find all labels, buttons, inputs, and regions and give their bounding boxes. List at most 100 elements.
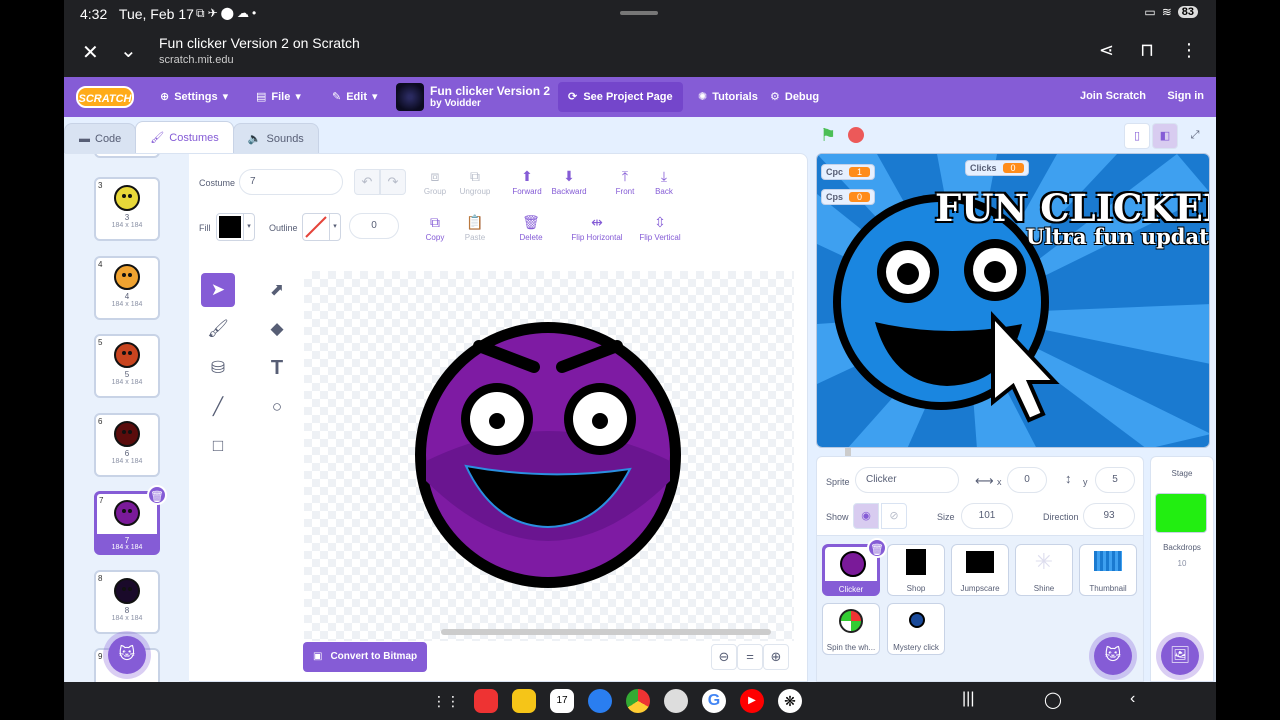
text-tool[interactable]: T	[260, 351, 294, 385]
youtube-app-icon[interactable]: ▶	[740, 689, 764, 713]
ungroup-label: Ungroup	[459, 187, 491, 196]
zoom-reset-button[interactable]: =	[737, 644, 763, 670]
zoom-in-button[interactable]: ⊕	[763, 644, 789, 670]
undo-button[interactable]: ↶	[354, 169, 380, 195]
show-hidden-button[interactable]: ⊘	[881, 503, 907, 529]
google-app-icon[interactable]: G	[702, 689, 726, 713]
messages-app-icon[interactable]	[588, 689, 612, 713]
join-scratch-link[interactable]: Join Scratch	[1080, 90, 1146, 102]
sprite-item[interactable]: Mystery click	[887, 603, 945, 655]
sprite-name-input[interactable]: Clicker	[855, 467, 959, 493]
delete-button[interactable]: 🗑 Delete	[501, 214, 561, 242]
direction-input[interactable]: 93	[1083, 503, 1135, 529]
more-vert-icon[interactable]: ⋮	[1180, 40, 1198, 61]
choose-backdrop-button[interactable]: 🖼	[1161, 637, 1199, 675]
paste-button[interactable]: 📋 Paste	[445, 214, 505, 242]
reshape-tool[interactable]: ⬈	[260, 273, 294, 307]
costume-list[interactable]: 184 x 184 3 3 184 x 184 4 4 184 x 184 5 …	[65, 154, 189, 683]
app-icon[interactable]	[474, 689, 498, 713]
costume-name-input[interactable]: 7	[239, 169, 343, 195]
costume-item[interactable]: 6 6 184 x 184	[94, 413, 160, 477]
select-tool[interactable]: ➤	[201, 273, 235, 307]
drag-handle[interactable]	[620, 11, 658, 15]
delete-costume-icon[interactable]: 🗑	[147, 485, 167, 505]
edit-menu[interactable]: ✎ Edit ▾	[332, 90, 378, 104]
bookmark-icon[interactable]: ⊓	[1140, 40, 1154, 61]
sprite-item[interactable]: ✳ Shine	[1015, 544, 1073, 596]
back-button[interactable]: ⤓ Back	[634, 168, 694, 196]
costume-name-label: Costume	[199, 178, 236, 188]
ungroup-button[interactable]: ⧉ Ungroup	[445, 168, 505, 196]
delete-sprite-icon[interactable]: 🗑	[867, 538, 887, 558]
sprite-item[interactable]: Jumpscare	[951, 544, 1009, 596]
sprite-thumb-jumpscare	[966, 551, 994, 573]
flip-vertical-button[interactable]: ⇳ Flip Vertical	[625, 214, 695, 242]
see-project-page-button[interactable]: ⟳ See Project Page	[558, 82, 683, 112]
back-icon[interactable]: ‹	[1130, 690, 1135, 708]
eraser-tool[interactable]: ◆	[260, 312, 294, 346]
line-tool[interactable]: ╱	[201, 390, 235, 424]
stage[interactable]: Clicks0 Cpc1 Cps0 FUN CLICKER! Ultra fun…	[816, 153, 1210, 448]
costume-item[interactable]: 3 3 184 x 184	[94, 177, 160, 241]
costume-item[interactable]: 5 5 184 x 184	[94, 334, 160, 398]
y-input[interactable]: 5	[1095, 467, 1135, 493]
green-flag-icon[interactable]: ⚑	[820, 125, 836, 146]
zoom-out-button[interactable]: ⊖	[711, 644, 737, 670]
sprite-item[interactable]: Shop	[887, 544, 945, 596]
stage-target-pane[interactable]: Stage Backdrops 10 🖼	[1150, 456, 1214, 682]
x-input[interactable]: 0	[1007, 467, 1047, 493]
costume-item[interactable]: 4 4 184 x 184	[94, 256, 160, 320]
tab-sounds[interactable]: 🔈 Sounds	[232, 123, 319, 153]
redo-button[interactable]: ↷	[380, 169, 406, 195]
monitor-cpc[interactable]: Cpc 1	[821, 164, 876, 180]
canvas-horizontal-scrollbar[interactable]	[441, 629, 771, 635]
outline-caret-icon[interactable]: ▾	[329, 213, 341, 241]
stop-icon[interactable]	[848, 127, 864, 143]
size-input[interactable]: 101	[961, 503, 1013, 529]
camera-app-icon[interactable]	[664, 689, 688, 713]
small-stage-button[interactable]: ▯	[1124, 123, 1150, 149]
rectangle-tool[interactable]: □	[201, 429, 235, 463]
sprite-item[interactable]: Thumbnail	[1079, 544, 1137, 596]
settings-menu[interactable]: ⊕ Settings ▾	[160, 90, 228, 104]
fill-tool[interactable]: ⛁	[201, 351, 235, 385]
normal-stage-button[interactable]: ◧	[1152, 123, 1178, 149]
backward-button[interactable]: ⬇ Backward	[539, 168, 599, 196]
home-icon[interactable]: ◯	[1044, 690, 1062, 710]
page-url[interactable]: scratch.mit.edu	[159, 54, 234, 66]
close-icon[interactable]: ✕	[82, 40, 99, 65]
sign-in-link[interactable]: Sign in	[1167, 90, 1204, 102]
calendar-app-icon[interactable]: 17	[550, 689, 574, 713]
app-drawer-icon[interactable]: ⋮⋮	[432, 693, 460, 710]
outline-width-input[interactable]: 0	[349, 213, 399, 239]
tab-code[interactable]: ▬ Code	[64, 123, 137, 153]
costume-item-partial[interactable]: 184 x 184	[94, 154, 160, 158]
sprite-item[interactable]: Spin the wh...	[822, 603, 880, 655]
costume-item[interactable]: 8 8 184 x 184	[94, 570, 160, 634]
chatgpt-app-icon[interactable]: ❋	[778, 689, 802, 713]
fill-caret-icon[interactable]: ▾	[243, 213, 255, 241]
chrome-app-icon[interactable]	[626, 689, 650, 713]
chevron-down-icon[interactable]: ⌄	[120, 38, 137, 63]
outline-color-swatch[interactable]	[302, 213, 330, 241]
choose-sprite-button[interactable]: 🐱	[1094, 637, 1132, 675]
brush-tool[interactable]: 🖌	[201, 312, 235, 346]
convert-to-bitmap-button[interactable]: ▣ Convert to Bitmap	[303, 642, 428, 672]
debug-button[interactable]: ⚙ Debug	[770, 90, 819, 104]
monitor-clicks[interactable]: Clicks 0	[965, 160, 1029, 176]
choose-costume-button[interactable]: 🐱	[108, 636, 146, 674]
fullscreen-button[interactable]: ⤢	[1182, 123, 1208, 149]
circle-tool[interactable]: ○	[260, 390, 294, 424]
project-author[interactable]: by Voidder	[430, 98, 481, 109]
fill-color-swatch[interactable]	[216, 213, 244, 241]
scratch-logo[interactable]: SCRATCH	[76, 86, 134, 108]
tutorials-button[interactable]: ✺ Tutorials	[698, 90, 758, 104]
tab-costumes[interactable]: 🖌 Costumes	[135, 121, 234, 153]
folder-app-icon[interactable]	[512, 689, 536, 713]
monitor-cps[interactable]: Cps 0	[821, 189, 876, 205]
drawing-canvas[interactable]	[304, 271, 794, 641]
recents-icon[interactable]: |||	[962, 690, 974, 708]
share-icon[interactable]: ⋖	[1099, 40, 1114, 61]
show-visible-button[interactable]: ◉	[853, 503, 879, 529]
file-menu[interactable]: ▤ File ▾	[256, 90, 301, 104]
